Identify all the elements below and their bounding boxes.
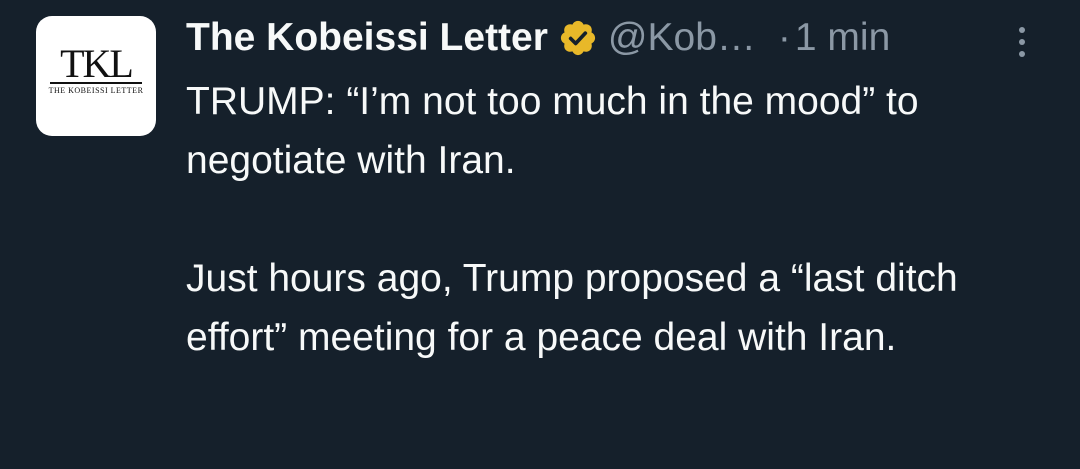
tweet[interactable]: TKL THE KOBEISSI LETTER The Kobeissi Let… <box>0 0 1080 469</box>
tweet-paragraph: TRUMP: “I’m not too much in the mood” to… <box>186 80 919 182</box>
tweet-paragraph: Just hours ago, Trump proposed a “last d… <box>186 257 958 359</box>
more-dot <box>1019 51 1025 57</box>
more-dot <box>1019 27 1025 33</box>
handle[interactable]: @Kob… <box>608 16 756 60</box>
avatar-logo-mark: TKL <box>60 41 134 86</box>
avatar[interactable]: TKL THE KOBEISSI LETTER <box>36 16 156 136</box>
avatar-logo-rule <box>50 82 142 84</box>
more-options-icon[interactable] <box>1004 20 1040 64</box>
display-name[interactable]: The Kobeissi Letter <box>186 16 548 60</box>
more-dot <box>1019 39 1025 45</box>
separator-dot: · <box>777 16 791 59</box>
tweet-header: The Kobeissi Letter @Kob… · 1 min <box>186 10 1046 66</box>
verified-badge-icon[interactable] <box>558 18 598 58</box>
tweet-body: TRUMP: “I’m not too much in the mood” to… <box>186 72 1046 367</box>
avatar-logo-subtitle: THE KOBEISSI LETTER <box>48 86 144 95</box>
timestamp[interactable]: 1 min <box>795 16 890 60</box>
